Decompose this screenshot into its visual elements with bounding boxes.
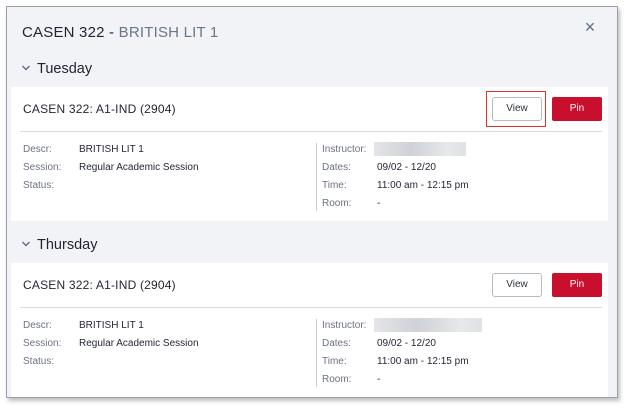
session-value: Regular Academic Session (79, 162, 199, 173)
descr-value: BRITISH LIT 1 (79, 320, 144, 331)
status-label: Status: (23, 356, 55, 367)
instructor-redacted-value (374, 142, 466, 156)
time-value: 11:00 am - 12:15 pm (377, 356, 469, 367)
instructor-label: Instructor: (322, 144, 367, 155)
pin-button[interactable]: Pin (552, 97, 602, 121)
dialog-header: CASEN 322 - BRITISH LIT 1 × (7, 7, 617, 57)
section-title: CASEN 322: A1-IND (2904) (23, 102, 176, 116)
title-course-name: BRITISH LIT 1 (118, 24, 219, 41)
session-value: Regular Academic Session (79, 338, 199, 349)
column-divider (316, 143, 317, 211)
title-separator: - (104, 24, 119, 41)
session-label: Session: (23, 162, 62, 173)
room-label: Room: (322, 198, 352, 209)
day-header-thursday[interactable]: Thursday (7, 235, 617, 263)
day-label: Thursday (37, 237, 98, 253)
dates-value: 09/02 - 12/20 (377, 338, 436, 349)
instructor-label: Instructor: (322, 320, 367, 331)
chevron-down-icon[interactable] (21, 63, 31, 73)
pin-button[interactable]: Pin (552, 273, 602, 297)
close-icon[interactable]: × (580, 17, 600, 37)
time-label: Time: (322, 180, 347, 191)
dialog-title: CASEN 322 - BRITISH LIT 1 (22, 24, 218, 41)
dates-label: Dates: (322, 162, 351, 173)
day-label: Tuesday (37, 61, 93, 77)
view-button[interactable]: View (492, 97, 542, 121)
section-title: CASEN 322: A1-IND (2904) (23, 278, 176, 292)
time-value: 11:00 am - 12:15 pm (377, 180, 469, 191)
divider (20, 131, 602, 132)
session-label: Session: (23, 338, 62, 349)
room-label: Room: (322, 374, 352, 385)
view-button[interactable]: View (492, 273, 542, 297)
descr-label: Descr: (23, 144, 52, 155)
section-card-thursday: CASEN 322: A1-IND (2904) View Pin Descr:… (11, 263, 608, 397)
title-course-code: CASEN 322 (22, 24, 105, 41)
dates-value: 09/02 - 12/20 (377, 162, 436, 173)
section-card-tuesday: CASEN 322: A1-IND (2904) View Pin Descr:… (11, 87, 608, 221)
instructor-redacted-value (374, 318, 482, 332)
time-label: Time: (322, 356, 347, 367)
chevron-down-icon[interactable] (21, 239, 31, 249)
room-value: - (377, 374, 381, 385)
dates-label: Dates: (322, 338, 351, 349)
descr-value: BRITISH LIT 1 (79, 144, 144, 155)
divider (20, 307, 602, 308)
column-divider (316, 319, 317, 387)
class-details-dialog: CASEN 322 - BRITISH LIT 1 × Tuesday CASE… (6, 6, 618, 398)
room-value: - (377, 198, 381, 209)
descr-label: Descr: (23, 320, 52, 331)
day-header-tuesday[interactable]: Tuesday (7, 59, 617, 87)
status-label: Status: (23, 180, 55, 191)
